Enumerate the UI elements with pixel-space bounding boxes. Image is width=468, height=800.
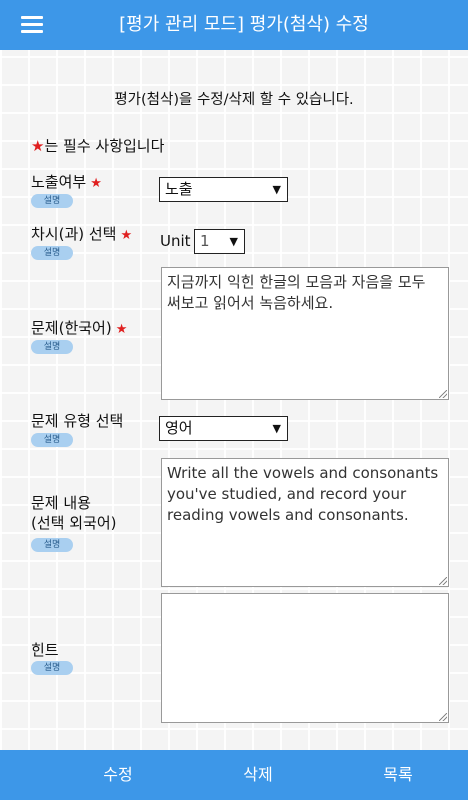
required-note-text: 는 필수 사항입니다 (44, 137, 165, 155)
page-title: [평가 관리 모드] 평가(첨삭) 수정 (119, 14, 369, 35)
hamburger-menu-icon[interactable] (21, 16, 43, 34)
lesson-label-text: 차시(과) 선택 (31, 225, 117, 243)
question-type-help-button[interactable]: 설명 (31, 433, 73, 447)
question-content-help-button[interactable]: 설명 (31, 538, 73, 552)
chevron-down-icon: ▼ (272, 183, 281, 196)
unit-label: Unit (160, 232, 191, 250)
delete-button[interactable]: 삭제 (180, 750, 336, 800)
resize-handle-icon[interactable] (439, 713, 447, 721)
list-button[interactable]: 목록 (320, 750, 468, 800)
exposure-select-value: 노출 (165, 180, 193, 198)
lesson-label: 차시(과) 선택 ★ (31, 224, 132, 246)
lesson-help-button[interactable]: 설명 (31, 246, 73, 260)
intro-text: 평가(첨삭)을 수정/삭제 할 수 있습니다. (114, 92, 354, 108)
question-ko-text: 지금까지 익힌 한글의 모음과 자음을 모두 써보고 읽어서 녹음하세요. (167, 273, 426, 312)
resize-handle-icon[interactable] (439, 390, 447, 398)
question-type-label: 문제 유형 선택 (31, 411, 123, 431)
unit-select-value: 1 (200, 232, 210, 250)
required-star-icon: ★ (115, 322, 128, 337)
chevron-down-icon: ▼ (229, 235, 238, 248)
resize-handle-icon[interactable] (439, 577, 447, 585)
question-type-label-text: 문제 유형 선택 (31, 412, 124, 430)
question-content-textarea[interactable]: Write all the vowels and consonants you'… (161, 458, 449, 587)
required-star-icon: ★ (120, 228, 133, 243)
question-ko-label: 문제(한국어) ★ (31, 318, 127, 340)
question-content-label-line1: 문제 내용 (31, 494, 91, 512)
unit-select[interactable]: 1 ▼ (194, 229, 245, 254)
question-type-select-value: 영어 (165, 419, 193, 437)
required-note: ★는 필수 사항입니다 (31, 135, 164, 156)
exposure-label: 노출여부 ★ (31, 172, 102, 194)
required-star-icon: ★ (90, 176, 102, 191)
top-app-bar: [평가 관리 모드] 평가(첨삭) 수정 (0, 0, 468, 50)
exposure-help-button[interactable]: 설명 (31, 194, 73, 208)
question-content-label-line2: (선택 외국어) (31, 514, 117, 532)
bottom-action-bar: 수정 삭제 목록 (0, 750, 468, 800)
hint-label-text: 힌트 (31, 641, 59, 659)
hint-help-button[interactable]: 설명 (31, 661, 73, 675)
required-star-icon: ★ (31, 137, 45, 155)
edit-button[interactable]: 수정 (40, 750, 196, 800)
question-type-select[interactable]: 영어 ▼ (159, 416, 288, 441)
exposure-select[interactable]: 노출 ▼ (159, 177, 288, 202)
question-ko-textarea[interactable]: 지금까지 익힌 한글의 모음과 자음을 모두 써보고 읽어서 녹음하세요. (161, 267, 449, 400)
question-content-text: Write all the vowels and consonants you'… (167, 464, 439, 524)
question-ko-help-button[interactable]: 설명 (31, 340, 73, 354)
hint-textarea[interactable] (161, 593, 449, 723)
question-ko-label-text: 문제(한국어) (31, 319, 112, 337)
chevron-down-icon: ▼ (272, 422, 281, 435)
hint-label: 힌트 (31, 640, 59, 660)
exposure-label-text: 노출여부 (31, 173, 87, 191)
question-content-label: 문제 내용 (선택 외국어) (31, 493, 116, 533)
